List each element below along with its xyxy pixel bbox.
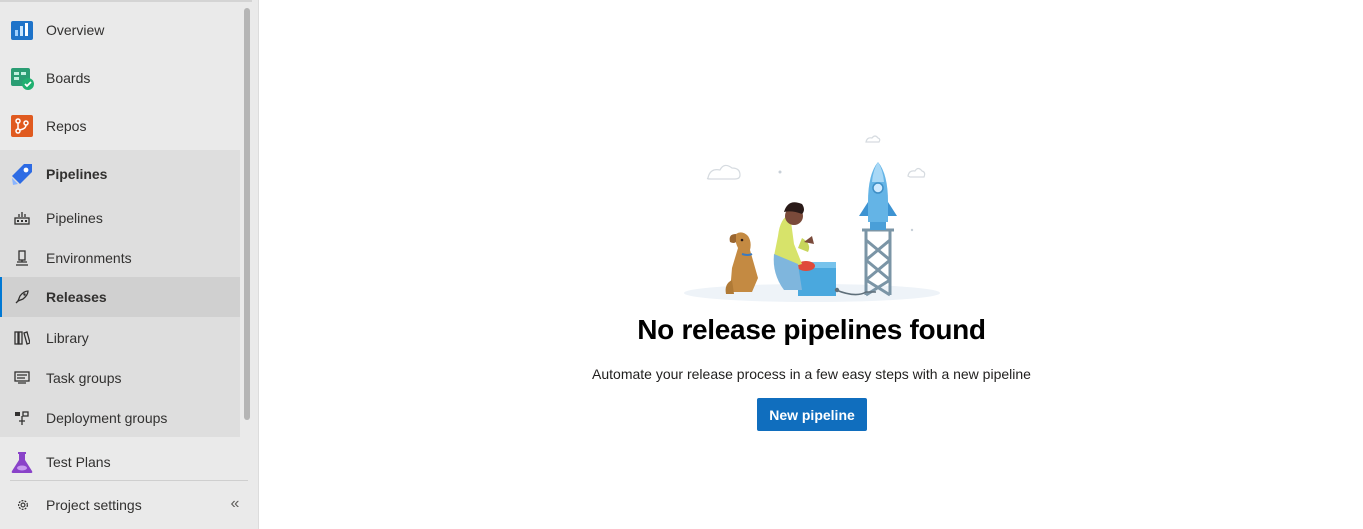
empty-state-illustration bbox=[684, 135, 940, 302]
boards-icon bbox=[11, 68, 34, 90]
sidebar-subitem-library[interactable]: Library bbox=[0, 318, 240, 358]
pipeline-build-icon bbox=[14, 212, 30, 225]
sidebar-scrollbar-thumb[interactable] bbox=[244, 8, 250, 420]
repos-icon bbox=[11, 115, 33, 137]
sidebar-subitem-label: Deployment groups bbox=[46, 410, 168, 426]
sidebar-item-label: Repos bbox=[46, 118, 87, 134]
overview-icon bbox=[11, 21, 33, 40]
sidebar-subitem-releases[interactable]: Releases bbox=[0, 277, 240, 317]
sidebar-item-label: Pipelines bbox=[46, 166, 108, 182]
empty-state-title: No release pipelines found bbox=[637, 314, 986, 345]
sidebar-top-divider bbox=[0, 0, 252, 2]
new-pipeline-button[interactable]: New pipeline bbox=[757, 398, 867, 431]
sidebar-subitem-task-groups[interactable]: Task groups bbox=[0, 358, 240, 398]
sidebar-item-repos[interactable]: Repos bbox=[0, 102, 240, 150]
sidebar-subitem-label: Task groups bbox=[46, 370, 122, 386]
sidebar-item-test-plans[interactable]: Test Plans bbox=[0, 438, 240, 486]
sidebar-subitem-pipelines[interactable]: Pipelines bbox=[0, 198, 240, 238]
sidebar-item-label: Boards bbox=[46, 70, 91, 86]
library-icon bbox=[14, 331, 30, 345]
sidebar-item-label: Test Plans bbox=[46, 454, 111, 470]
sidebar-item-overview[interactable]: Overview bbox=[0, 6, 240, 54]
project-settings-label: Project settings bbox=[46, 497, 142, 513]
sidebar-item-pipelines[interactable]: Pipelines bbox=[0, 150, 240, 198]
pipelines-group: Pipelines Pipelines Environments Release… bbox=[0, 150, 240, 437]
empty-state-description: Automate your release process in a few e… bbox=[592, 366, 1031, 382]
gear-icon bbox=[18, 500, 28, 510]
sidebar-subitem-label: Environments bbox=[46, 250, 132, 266]
environments-icon bbox=[16, 250, 28, 266]
sidebar-divider bbox=[10, 480, 248, 481]
rocket-icon bbox=[15, 290, 29, 304]
sidebar-nav: Overview Boards Repos Pipelines Pipeline… bbox=[0, 0, 259, 529]
collapse-sidebar-button[interactable]: « bbox=[226, 494, 244, 514]
main-content: No release pipelines found Automate your… bbox=[260, 0, 1363, 529]
sidebar-subitem-environments[interactable]: Environments bbox=[0, 238, 240, 278]
sidebar-subitem-deployment-groups[interactable]: Deployment groups bbox=[0, 398, 240, 438]
test-plans-icon bbox=[11, 452, 33, 473]
sidebar-item-boards[interactable]: Boards bbox=[0, 54, 240, 102]
sidebar-subitem-label: Library bbox=[46, 330, 89, 346]
task-groups-icon bbox=[14, 371, 30, 384]
sidebar-subitem-label: Releases bbox=[46, 289, 107, 305]
project-settings-link[interactable]: Project settings bbox=[0, 483, 252, 527]
sidebar-scrollbar[interactable] bbox=[244, 8, 252, 420]
sidebar-item-label: Overview bbox=[46, 22, 105, 38]
pipelines-icon bbox=[12, 164, 32, 185]
sidebar-subitem-label: Pipelines bbox=[46, 210, 103, 226]
deployment-groups-icon bbox=[15, 411, 29, 425]
